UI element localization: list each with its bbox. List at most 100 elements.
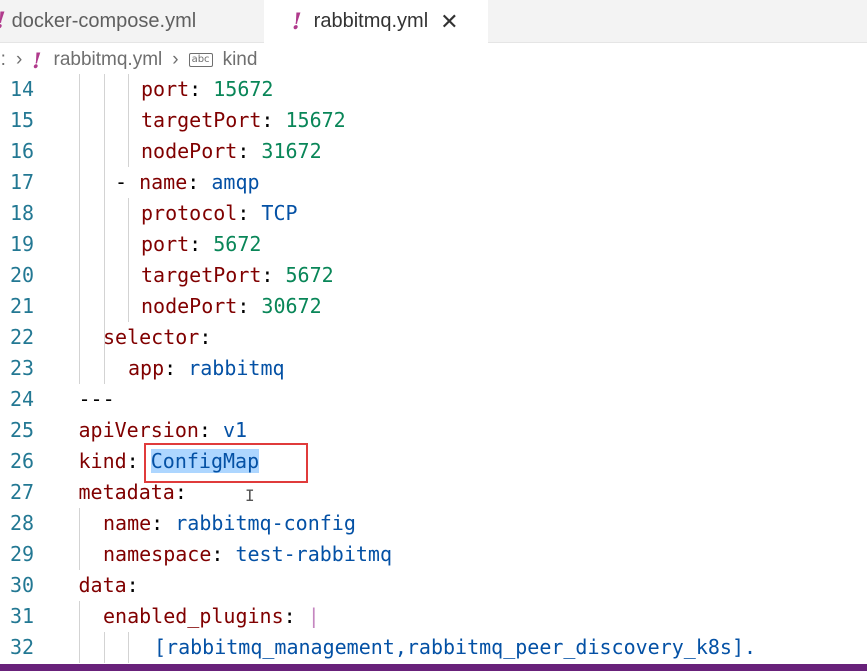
code-line[interactable]: 16 nodePort: 31672: [0, 136, 867, 167]
yaml-key: app: [128, 356, 165, 380]
code-line[interactable]: 31 enabled_plugins: |: [0, 601, 867, 632]
yaml-key: name: [139, 170, 188, 194]
code-text: app: rabbitmq: [128, 353, 285, 384]
code-text: selector:: [103, 322, 211, 353]
editor-tab-bar: ! docker-compose.yml ! rabbitmq.yml ✕: [0, 0, 867, 43]
line-number: 21: [10, 294, 35, 318]
indent-guide: [104, 353, 105, 384]
yaml-colon: :: [189, 232, 214, 256]
yaml-value: 15672: [213, 77, 274, 101]
status-bar: [0, 664, 867, 671]
indent-guide: [128, 198, 129, 322]
string-symbol-icon: abc: [188, 53, 213, 67]
code-text: ---: [79, 384, 115, 415]
code-line[interactable]: 24 ---: [0, 384, 867, 415]
yaml-colon: :: [237, 201, 262, 225]
indent-guide: [128, 74, 129, 167]
code-line[interactable]: 19 port: 5672: [0, 229, 867, 260]
line-number: 23: [10, 356, 35, 380]
breadcrumb-file[interactable]: rabbitmq.yml: [54, 49, 163, 71]
yaml-key: enabled_plugins: [103, 604, 284, 628]
yaml-key: protocol: [141, 201, 238, 225]
yaml-colon: :: [211, 542, 236, 566]
yaml-colon: :: [198, 418, 224, 442]
breadcrumb-root[interactable]: E:: [0, 49, 6, 71]
yaml-key: nodePort: [141, 139, 238, 163]
code-text: name: rabbitmq-config: [103, 508, 356, 539]
yaml-colon: :: [187, 170, 212, 194]
line-number: 24: [10, 387, 35, 411]
code-line[interactable]: 18 protocol: TCP: [0, 198, 867, 229]
code-editor[interactable]: 14 port: 15672 15 targetPort: 15672 16 nodePo…: [0, 74, 867, 664]
line-number: 22: [10, 325, 35, 349]
code-line[interactable]: 14 port: 15672: [0, 74, 867, 105]
line-number: 28: [10, 511, 35, 535]
close-icon[interactable]: ✕: [440, 9, 458, 35]
tab-label: docker-compose.yml: [11, 9, 197, 32]
yaml-colon: :: [199, 325, 212, 349]
chevron-right-icon: ›: [15, 49, 23, 70]
yaml-file-icon: !: [292, 8, 302, 35]
code-text: [rabbitmq_management,rabbitmq_peer_disco…: [154, 632, 756, 663]
line-number: 25: [10, 418, 35, 442]
line-number: 18: [10, 201, 35, 225]
breadcrumb: E: › ! rabbitmq.yml › abc kind: [0, 44, 867, 76]
code-text: namespace: test-rabbitmq: [103, 539, 392, 570]
yaml-key: selector: [103, 325, 200, 349]
indent-guide: [79, 74, 80, 384]
indent-guide: [104, 632, 105, 663]
yaml-key: namespace: [103, 542, 212, 566]
line-number: 31: [10, 604, 35, 628]
yaml-colon: :: [237, 294, 262, 318]
yaml-value: [rabbitmq_management,rabbitmq_peer_disco…: [154, 635, 757, 659]
yaml-value: TCP: [261, 201, 298, 225]
yaml-colon: :: [261, 263, 286, 287]
code-text: - name: amqp: [115, 167, 260, 198]
yaml-key: targetPort: [141, 263, 262, 287]
chevron-right-icon: ›: [172, 49, 179, 70]
yaml-key: port: [141, 232, 190, 256]
code-text: targetPort: 15672: [141, 105, 346, 136]
code-text: nodePort: 30672: [141, 291, 322, 322]
code-line[interactable]: 21 nodePort: 30672: [0, 291, 867, 322]
yaml-value: |: [307, 604, 320, 628]
code-text: targetPort: 5672: [141, 260, 334, 291]
code-text: data:: [79, 570, 139, 601]
yaml-colon: :: [283, 604, 308, 628]
code-text: nodePort: 31672: [141, 136, 322, 167]
code-line[interactable]: 17 - name: amqp: [0, 167, 867, 198]
yaml-value: 15672: [285, 108, 346, 132]
code-line[interactable]: 26 kind: ConfigMap: [0, 446, 867, 477]
line-number: 14: [10, 77, 35, 101]
yaml-key: kind: [78, 449, 127, 473]
yaml-value: 31672: [261, 139, 322, 163]
line-number: 29: [10, 542, 35, 566]
yaml-colon: :: [151, 511, 176, 535]
code-line[interactable]: 32 [rabbitmq_management,rabbitmq_peer_dis…: [0, 632, 867, 663]
yaml-colon: :: [261, 108, 286, 132]
code-line[interactable]: 22 selector:: [0, 322, 867, 353]
breadcrumb-symbol[interactable]: kind: [223, 49, 258, 71]
code-line[interactable]: 15 targetPort: 15672: [0, 105, 867, 136]
yaml-value: 5672: [213, 232, 262, 256]
line-number: 30: [10, 573, 35, 597]
line-number: 15: [10, 108, 35, 132]
code-line[interactable]: 28 name: rabbitmq-config: [0, 508, 867, 539]
code-line[interactable]: 29 namespace: test-rabbitmq: [0, 539, 867, 570]
yaml-key: data: [78, 573, 127, 597]
yaml-value: 30672: [261, 294, 322, 318]
code-line[interactable]: 30 data:: [0, 570, 867, 601]
tab-docker-compose[interactable]: ! docker-compose.yml: [0, 0, 262, 42]
list-dash: -: [115, 170, 140, 194]
yaml-colon: :: [126, 573, 139, 597]
yaml-value: 5672: [285, 263, 334, 287]
code-line[interactable]: 20 targetPort: 5672: [0, 260, 867, 291]
yaml-value: test-rabbitmq: [235, 542, 393, 566]
yaml-value: rabbitmq-config: [175, 511, 356, 535]
tab-rabbitmq[interactable]: ! rabbitmq.yml ✕: [264, 0, 488, 43]
code-line[interactable]: 23 app: rabbitmq: [0, 353, 867, 384]
code-line[interactable]: 25 apiVersion: v1: [0, 415, 867, 446]
code-line[interactable]: 27 metadata:: [0, 477, 867, 508]
yaml-colon: :: [164, 356, 189, 380]
yaml-value: amqp: [211, 170, 260, 194]
